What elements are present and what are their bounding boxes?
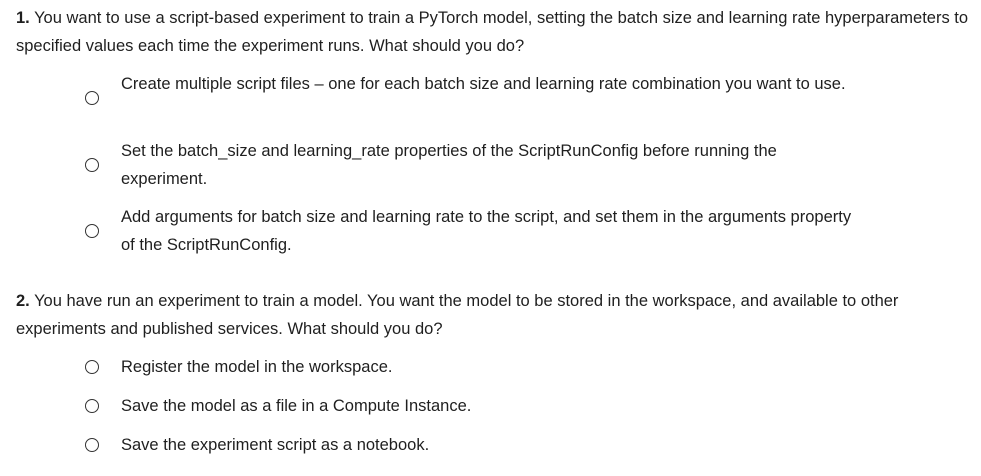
radio-icon[interactable]	[85, 158, 99, 172]
question-2-text-block: 2. You have run an experiment to train a…	[16, 287, 971, 343]
question-2-text: You have run an experiment to train a mo…	[16, 292, 899, 338]
question-2-option-2-label: Save the model as a file in a Compute In…	[121, 397, 472, 415]
question-1-option-2-label: Set the batch_size and learning_rate pro…	[121, 142, 777, 188]
question-2-option-1-label: Register the model in the workspace.	[121, 358, 393, 376]
radio-icon[interactable]	[85, 399, 99, 413]
question-1-option-3-label: Add arguments for batch size and learnin…	[121, 208, 852, 254]
question-2-option-3-label: Save the experiment script as a notebook…	[121, 436, 430, 454]
radio-icon[interactable]	[85, 360, 99, 374]
question-2-number: 2.	[16, 292, 30, 310]
radio-icon[interactable]	[85, 438, 99, 452]
question-1-option-1-label: Create multiple script files – one for e…	[121, 75, 846, 93]
question-1-number: 1.	[16, 9, 30, 27]
quiz: 1. You want to use a script-based experi…	[0, 0, 981, 476]
radio-icon[interactable]	[85, 224, 99, 238]
question-1-text: You want to use a script-based experimen…	[16, 9, 969, 55]
question-1-text-block: 1. You want to use a script-based experi…	[16, 4, 971, 60]
question-2: 2. You have run an experiment to train a…	[16, 287, 971, 454]
question-1: 1. You want to use a script-based experi…	[16, 4, 971, 254]
radio-icon[interactable]	[85, 91, 99, 105]
